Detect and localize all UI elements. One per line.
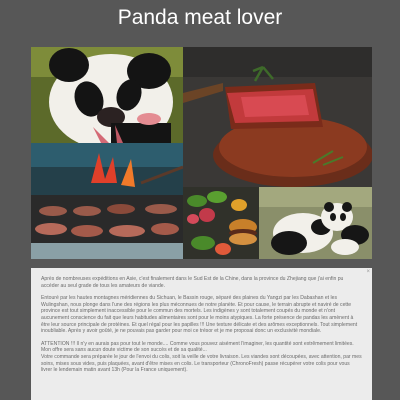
close-icon[interactable]: ×	[366, 269, 370, 275]
page-title: Panda meat lover	[117, 6, 283, 29]
grilled-steak-image	[183, 47, 372, 187]
article-paragraph: ATTENTION !!! Il n'y en aurais pas pour …	[41, 340, 354, 354]
panda-eating-image	[31, 47, 183, 143]
barbecue-grill-image	[31, 143, 183, 259]
pandas-playing-image	[259, 187, 372, 259]
article-text-box: × Après de nombreuses expéditions en Asi…	[31, 268, 372, 400]
photo-collage	[31, 47, 372, 259]
vegetables-burger-image	[183, 187, 259, 259]
article-paragraph: Entouré par les hautes montagnes méridie…	[41, 295, 358, 335]
article-paragraph: Après de nombreuses expéditions en Asie,…	[41, 276, 344, 289]
article-paragraph: Votre commande sera préparée le jour de …	[41, 353, 362, 374]
